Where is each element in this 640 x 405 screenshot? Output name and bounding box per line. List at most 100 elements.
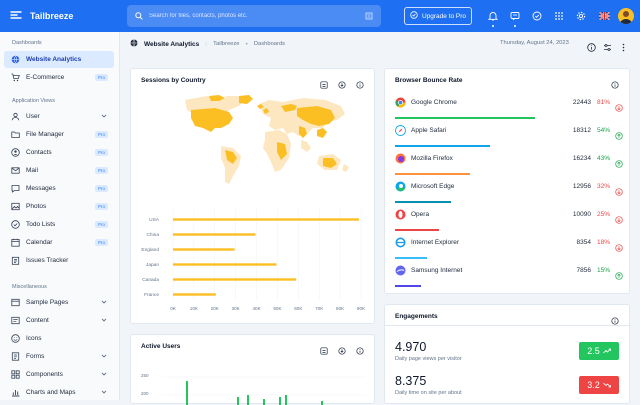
separator-slash: /	[205, 40, 208, 48]
sidebar-item-label: Issues Tracker	[26, 257, 69, 264]
sidebar-item-content[interactable]: Content	[4, 312, 114, 329]
trend-down-icon	[615, 99, 623, 117]
x-tick-label: 30K	[232, 306, 241, 311]
notifications-bell-icon[interactable]	[486, 9, 500, 27]
badge-value: 2.5	[587, 346, 600, 356]
sidebar-item-label: Contacts	[26, 149, 52, 156]
sidebar-item-icons[interactable]: Icons	[4, 330, 114, 347]
sidebar-item-sample-pages[interactable]: Sample Pages	[4, 294, 114, 311]
x-tick-label: 60K	[294, 306, 303, 311]
user-icon	[11, 112, 20, 121]
sidebar-item-label: Website Analytics	[26, 56, 82, 63]
apple-safari-icon	[395, 125, 406, 136]
filter-icon[interactable]	[365, 7, 373, 25]
x-tick-label: 20K	[211, 306, 220, 311]
bounce-row: Samsung Internet 7856 15%	[385, 259, 635, 287]
samsung-internet-icon	[395, 265, 406, 276]
info-icon[interactable]	[611, 312, 619, 330]
x-tick-label: 90K	[357, 306, 366, 311]
active-users-card: Active Users 250 200	[130, 334, 375, 405]
info-icon[interactable]	[356, 76, 364, 94]
tasks-check-icon[interactable]	[530, 9, 544, 23]
breadcrumb: Website Analytics / Tailbreeze • Dashboa…	[130, 38, 285, 50]
trend-up-icon	[602, 346, 611, 356]
sidebar-item-photos[interactable]: Photos Pro	[4, 198, 114, 215]
internet-explorer-icon	[395, 237, 406, 248]
expand-icon[interactable]	[320, 342, 328, 360]
x-tick-label: 70K	[315, 306, 324, 311]
refresh-icon[interactable]	[338, 76, 346, 94]
category-label: England	[141, 247, 159, 253]
chat-icon	[11, 184, 20, 193]
pro-badge: Pro	[94, 185, 108, 192]
sidebar-item-charts-and-maps[interactable]: Charts and Maps	[4, 384, 114, 401]
bar-usa	[173, 218, 359, 221]
x-tick-label: 50K	[273, 306, 282, 311]
sidebar-item-user[interactable]: User	[4, 108, 114, 125]
layout-settings-icon[interactable]	[603, 39, 612, 57]
sessions-value: 10090	[572, 211, 591, 218]
apps-grid-icon[interactable]	[552, 9, 566, 23]
sidebar: Dashboards Website Analytics E-Commerce …	[0, 32, 120, 400]
pro-badge: Pro	[94, 74, 108, 81]
app-logo[interactable]: Tailbreeze	[0, 10, 120, 22]
sidebar-item-label: Icons	[26, 335, 42, 342]
pro-badge: Pro	[94, 203, 108, 210]
card-title: Active Users	[141, 343, 181, 350]
mozilla-firefox-icon	[395, 153, 406, 164]
breadcrumb-link-dashboards[interactable]: Dashboards	[254, 41, 285, 47]
sidebar-item-e-commerce[interactable]: E-Commerce Pro	[4, 69, 114, 86]
bounce-percent: 32%	[597, 183, 611, 190]
uk-flag-icon[interactable]	[597, 9, 611, 23]
bounce-row: Internet Explorer 8354 18%	[385, 231, 635, 259]
clipboard-icon	[11, 256, 20, 265]
upgrade-button[interactable]: Upgrade to Pro	[404, 7, 472, 25]
search-input[interactable]	[149, 13, 359, 19]
world-map	[185, 95, 349, 184]
messages-icon[interactable]	[508, 9, 522, 27]
info-icon[interactable]	[587, 39, 596, 57]
settings-gear-icon[interactable]	[574, 9, 588, 23]
divider	[385, 325, 631, 326]
refresh-icon[interactable]	[338, 342, 346, 360]
menu-toggle-icon[interactable]	[10, 10, 22, 22]
sidebar-item-website-analytics[interactable]: Website Analytics	[4, 51, 114, 68]
sessions-value: 8354	[576, 239, 591, 246]
bounce-row: Mozilla Firefox 16234 43%	[385, 147, 635, 175]
badge-value: 3.2	[587, 380, 600, 390]
avatar[interactable]	[618, 8, 634, 24]
sidebar-item-label: Calendar	[26, 239, 53, 246]
sidebar-item-forms[interactable]: Forms	[4, 348, 114, 365]
breadcrumb-link-tailbreeze[interactable]: Tailbreeze	[213, 41, 239, 47]
sidebar-section-application-views: Application Views	[12, 98, 56, 104]
sidebar-item-todo-lists[interactable]: Todo Lists Pro	[4, 216, 114, 233]
folder-icon	[11, 130, 20, 139]
search-bar[interactable]	[127, 5, 381, 27]
card-actions	[611, 312, 619, 330]
info-icon[interactable]	[356, 342, 364, 360]
upgrade-label: Upgrade to Pro	[421, 12, 467, 20]
expand-icon[interactable]	[320, 76, 328, 94]
sidebar-item-issues-tracker[interactable]: Issues Tracker	[4, 252, 114, 269]
category-label: Canada	[142, 277, 159, 283]
card-title: Sessions by Country	[141, 77, 206, 84]
engagement-badge-down: 3.2	[579, 376, 619, 394]
opera-icon	[395, 209, 406, 220]
browser-name: Mozilla Firefox	[411, 155, 453, 162]
sidebar-item-file-manager[interactable]: File Manager Pro	[4, 126, 114, 143]
card-title: Engagements	[395, 313, 438, 320]
sidebar-item-label: Components	[26, 371, 63, 378]
sidebar-item-calendar[interactable]: Calendar Pro	[4, 234, 114, 251]
pro-badge: Pro	[94, 167, 108, 174]
trend-up-icon	[615, 267, 623, 285]
bounce-percent: 81%	[597, 99, 611, 106]
more-vertical-icon[interactable]	[619, 39, 628, 57]
chevron-down-icon	[101, 371, 107, 379]
sessions-by-country-card: Sessions by Country 0K 10K 20K 30K 40K 5…	[130, 68, 375, 324]
x-tick-label: 0K	[170, 306, 177, 311]
bar-japan	[173, 263, 277, 266]
sidebar-item-messages[interactable]: Messages Pro	[4, 180, 114, 197]
sidebar-item-components[interactable]: Components	[4, 366, 114, 383]
sidebar-item-mail[interactable]: Mail Pro	[4, 162, 114, 179]
sidebar-item-contacts[interactable]: Contacts Pro	[4, 144, 114, 161]
